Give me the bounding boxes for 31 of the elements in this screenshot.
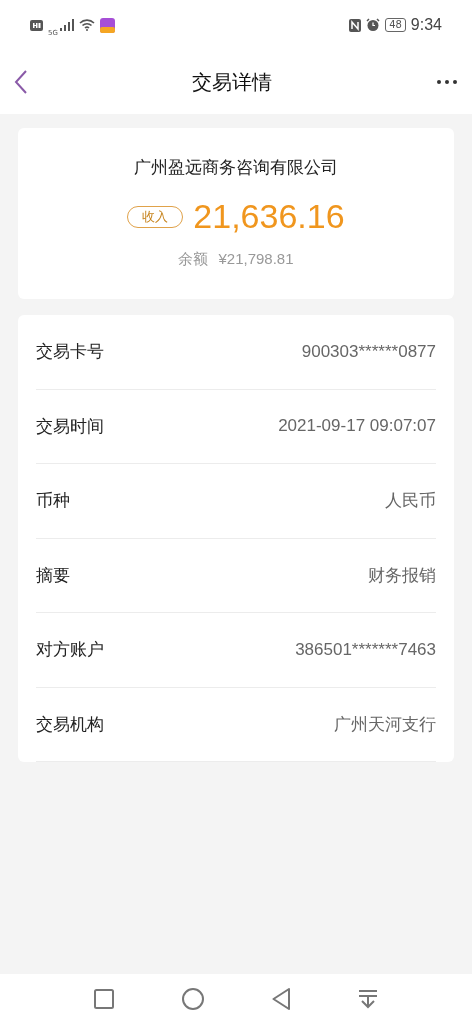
counterparty-name: 广州盈远商务咨询有限公司 — [134, 156, 338, 179]
detail-value: 386501*******7463 — [295, 639, 436, 660]
battery-indicator: 48 — [385, 18, 406, 32]
download-icon[interactable] — [358, 989, 378, 1009]
balance-value: ¥21,798.81 — [218, 250, 294, 269]
detail-value: 2021-09-17 09:07:07 — [278, 416, 436, 437]
detail-value: 人民币 — [385, 490, 436, 513]
recent-apps-icon[interactable] — [94, 989, 114, 1009]
signal-icon — [59, 19, 74, 31]
detail-label: 币种 — [36, 489, 70, 513]
home-icon[interactable] — [182, 988, 204, 1010]
alarm-icon — [366, 18, 381, 32]
detail-label: 交易卡号 — [36, 340, 104, 364]
detail-value: 财务报销 — [368, 564, 436, 587]
detail-label: 对方账户 — [36, 638, 104, 662]
balance-label: 余额 — [178, 250, 209, 269]
detail-label: 交易时间 — [36, 414, 104, 438]
detail-value: 900303******0877 — [301, 341, 436, 362]
amount-text: 21,636.16 — [193, 197, 345, 236]
clock-time: 9:34 — [410, 16, 442, 34]
nfc-icon — [349, 18, 362, 32]
detail-label: 交易机构 — [36, 712, 104, 736]
back-icon[interactable] — [14, 70, 28, 94]
hd-icon — [30, 19, 43, 31]
more-icon[interactable] — [436, 79, 458, 85]
detail-label: 摘要 — [36, 563, 70, 587]
page-title: 交易详情 — [192, 68, 272, 96]
wifi-icon — [78, 19, 95, 31]
detail-value: 广州天河支行 — [334, 713, 436, 736]
back-nav-icon[interactable] — [272, 988, 290, 1010]
app-icon — [99, 17, 115, 33]
